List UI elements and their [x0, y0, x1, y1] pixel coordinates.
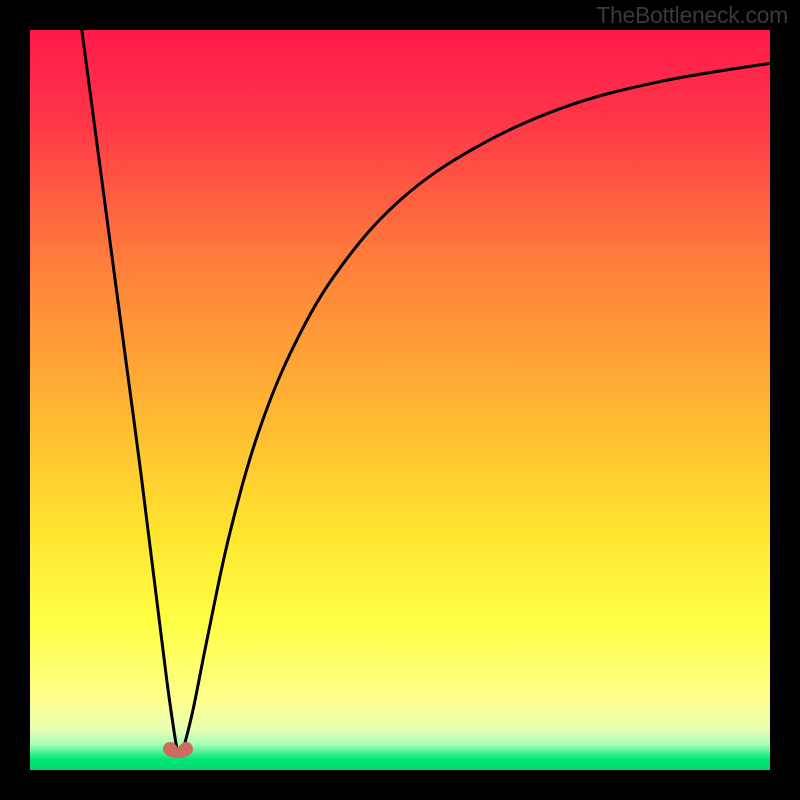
curve-overlay	[30, 30, 770, 770]
chart-container: TheBottleneck.com	[0, 0, 800, 800]
curve-left-branch	[82, 30, 178, 755]
watermark-text[interactable]: TheBottleneck.com	[596, 2, 788, 29]
curve-right-branch	[182, 63, 770, 755]
minimum-marker-icon	[161, 738, 195, 760]
plot-area	[30, 30, 770, 770]
